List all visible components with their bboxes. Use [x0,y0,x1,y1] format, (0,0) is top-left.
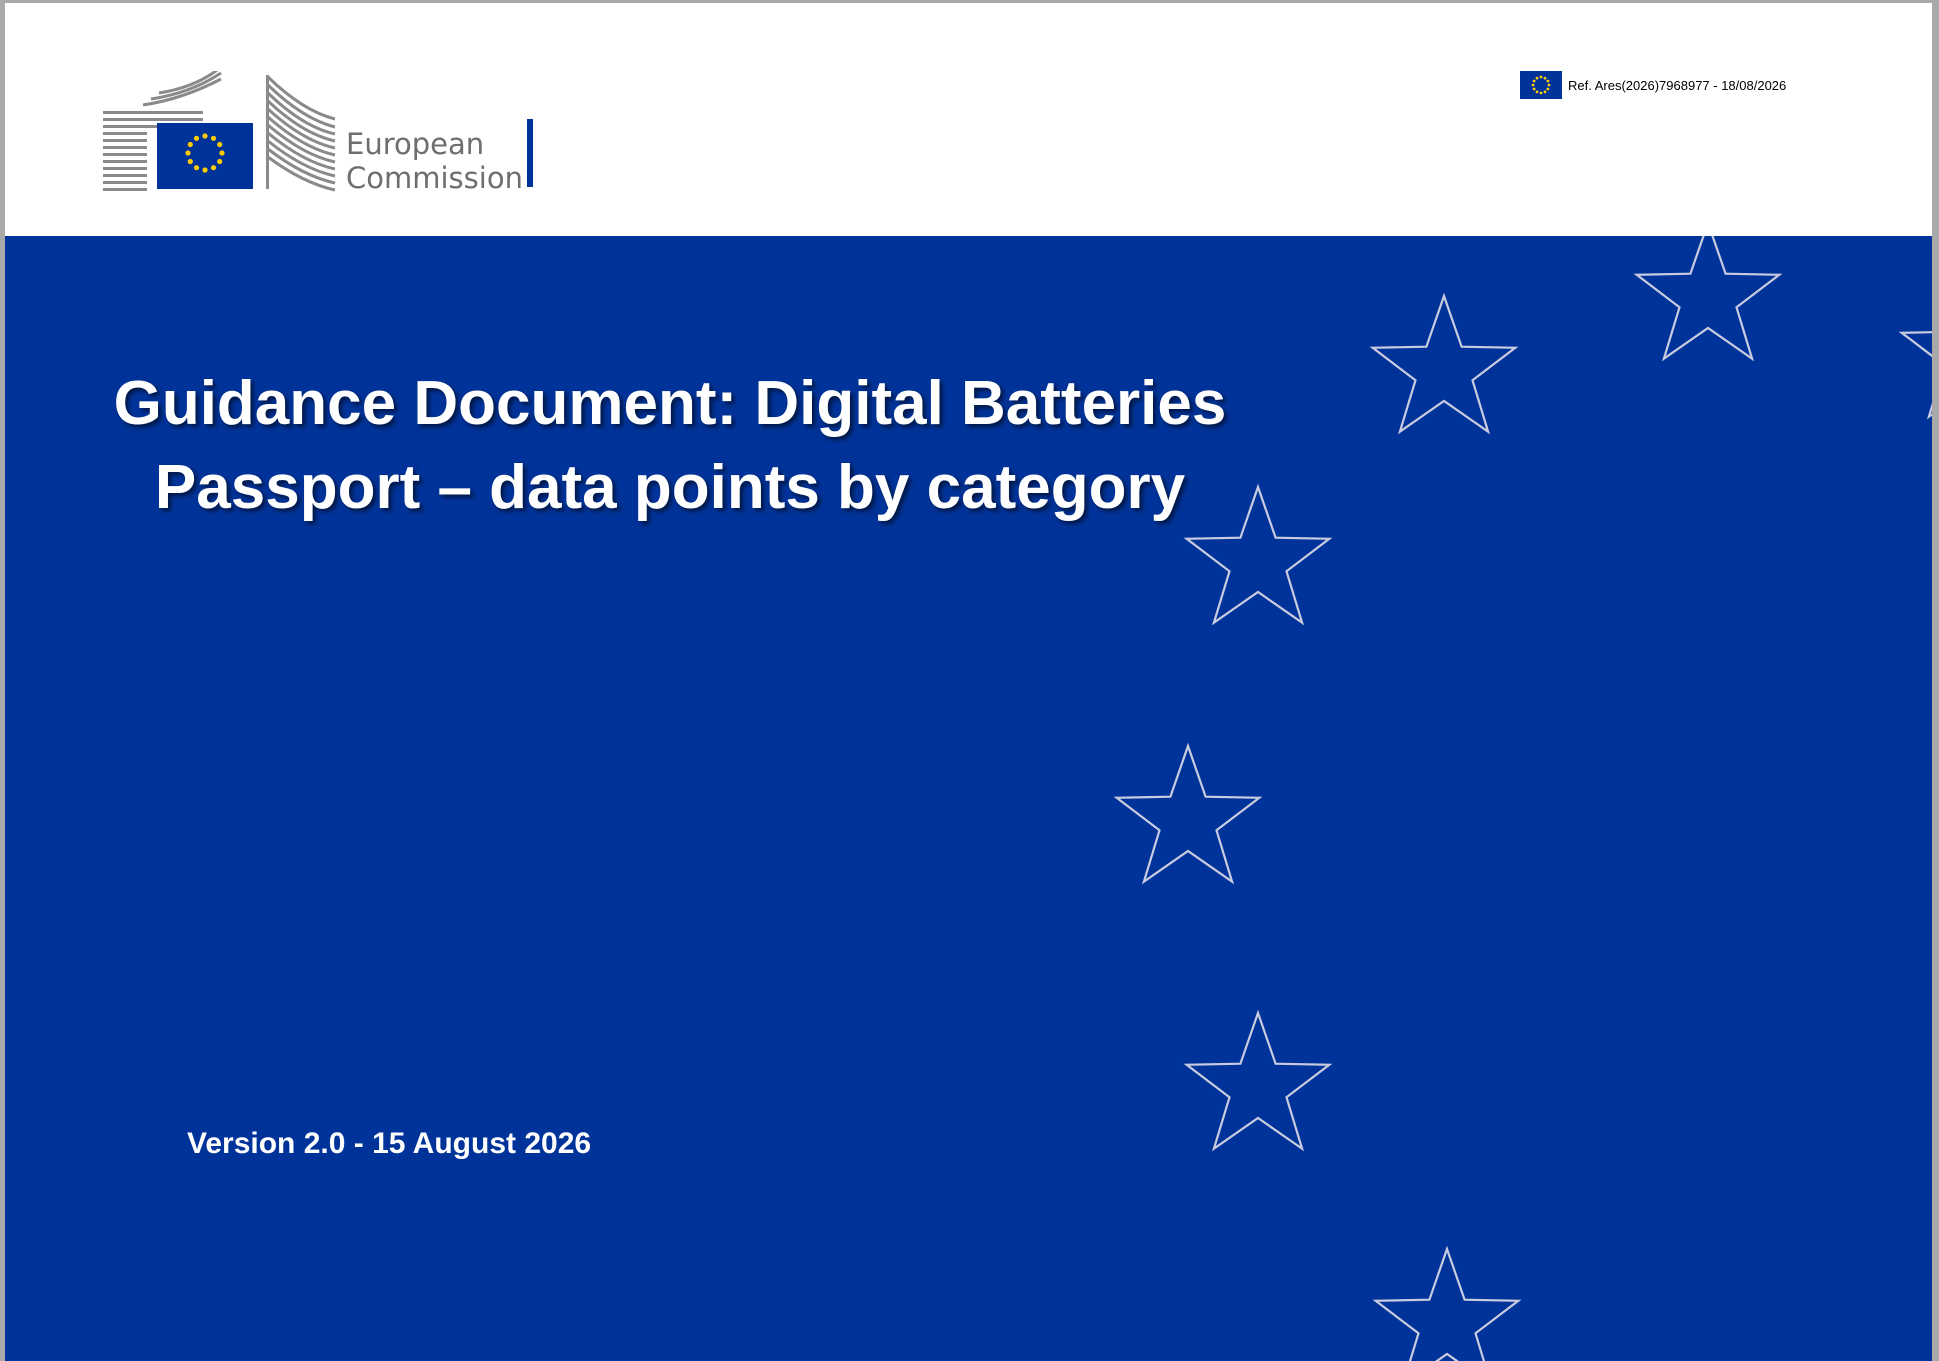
star-outline-icon [1900,279,1932,418]
star-outline-icon [1185,1011,1331,1150]
star-outline-icon [1635,236,1781,360]
page-header: European Commission Ref. Ares(2026)79689… [5,3,1932,236]
document-title: Guidance Document: Digital Batteries Pas… [65,362,1275,530]
ares-reference: Ref. Ares(2026)7968977 - 18/08/2026 [1520,70,1786,100]
star-outline-icon [1371,294,1517,433]
star-outline-icon [1374,1247,1520,1361]
eu-flag-icon [1520,71,1562,99]
logo-wordmark-line1: European [346,127,485,161]
version-date: Version 2.0 - 15 August 2026 [187,1127,592,1160]
logo-wordmark: European Commission [346,127,523,195]
logo-wordmark-line2: Commission [346,161,523,195]
star-outline-icon [1115,744,1261,883]
viewer-frame-right [1932,0,1939,1361]
logo-accent-bar [527,119,533,187]
document-title-line2: Passport – data points by category [154,453,1186,522]
document-title-line1: Guidance Document: Digital Batteries [113,369,1227,438]
document-page: European Commission Ref. Ares(2026)79689… [5,3,1932,1361]
cover-panel: Guidance Document: Digital Batteries Pas… [5,236,1932,1361]
reference-text: Ref. Ares(2026)7968977 - 18/08/2026 [1568,77,1787,93]
